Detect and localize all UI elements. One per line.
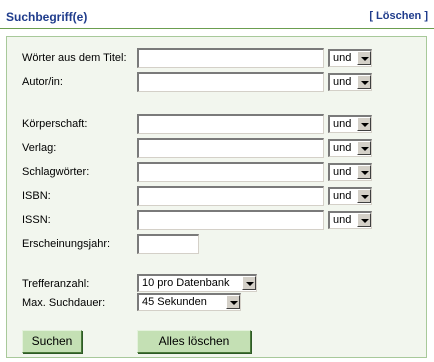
corporation-input[interactable] <box>137 114 324 134</box>
duration-select[interactable]: 45 Sekunden <box>137 293 241 311</box>
author-operator-select[interactable]: und <box>328 73 372 91</box>
chevron-down-icon <box>357 75 371 89</box>
chevron-down-icon <box>357 51 371 65</box>
search-button[interactable]: Suchen <box>22 330 82 353</box>
isbn-input[interactable] <box>137 186 324 206</box>
publisher-input[interactable] <box>137 138 324 158</box>
issn-input[interactable] <box>137 210 324 230</box>
isbn-label: ISBN: <box>22 190 51 202</box>
duration-label: Max. Suchdauer: <box>22 297 106 309</box>
publisher-label: Verlag: <box>22 142 57 154</box>
corporation-label: Körperschaft: <box>22 118 88 130</box>
title-words-input[interactable] <box>137 48 324 68</box>
title-words-label: Wörter aus dem Titel: <box>22 52 127 64</box>
subject-operator-select[interactable]: und <box>328 163 372 181</box>
section-header: Suchbegriff(e) [ Löschen ] <box>0 0 434 29</box>
chevron-down-icon <box>357 165 371 179</box>
year-input[interactable] <box>137 234 199 254</box>
chevron-down-icon <box>357 141 371 155</box>
search-form: Wörter aus dem Titel: und Autor/in: und … <box>6 36 427 358</box>
chevron-down-icon <box>357 213 371 227</box>
author-input[interactable] <box>137 72 324 92</box>
clear-link[interactable]: [ Löschen ] <box>369 10 428 22</box>
section-title: Suchbegriff(e) <box>6 10 88 24</box>
author-label: Autor/in: <box>22 76 63 88</box>
chevron-down-icon <box>242 276 256 290</box>
hits-label: Trefferanzahl: <box>22 278 90 290</box>
chevron-down-icon <box>226 295 240 309</box>
clear-all-button[interactable]: Alles löschen <box>137 330 251 353</box>
hits-select[interactable]: 10 pro Datenbank <box>137 274 257 292</box>
corporation-operator-select[interactable]: und <box>328 115 372 133</box>
isbn-operator-select[interactable]: und <box>328 187 372 205</box>
subject-input[interactable] <box>137 162 324 182</box>
title-operator-select[interactable]: und <box>328 49 372 67</box>
publisher-operator-select[interactable]: und <box>328 139 372 157</box>
chevron-down-icon <box>357 189 371 203</box>
subject-label: Schlagwörter: <box>22 166 90 178</box>
chevron-down-icon <box>357 117 371 131</box>
issn-label: ISSN: <box>22 214 51 226</box>
year-label: Erscheinungsjahr: <box>22 238 111 250</box>
issn-operator-select[interactable]: und <box>328 211 372 229</box>
